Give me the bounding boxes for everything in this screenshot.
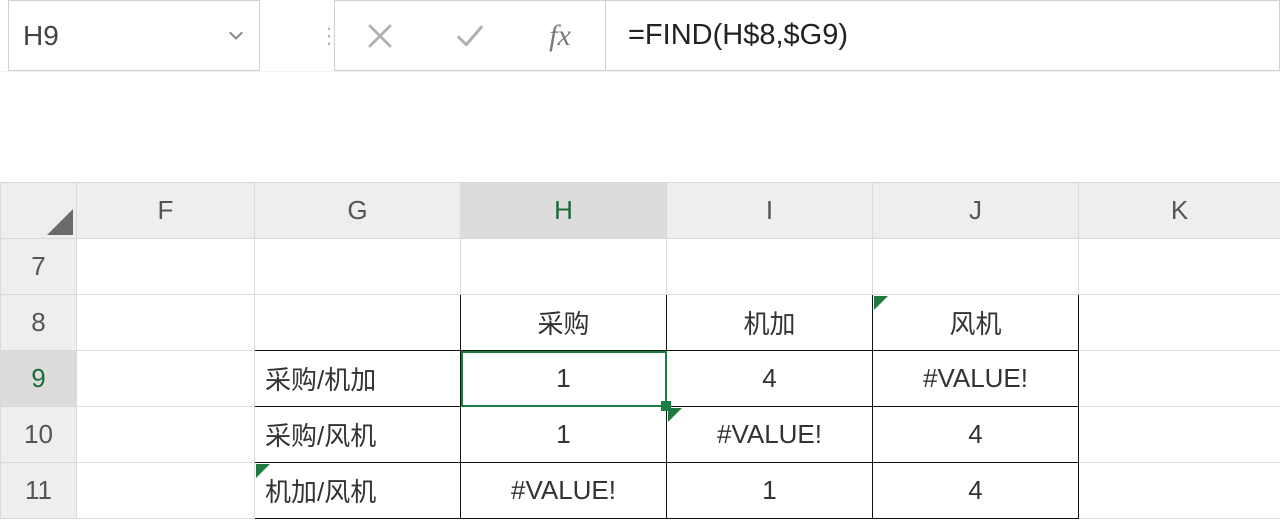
row-header-10[interactable]: 10: [1, 407, 77, 463]
cell-F7[interactable]: [77, 239, 255, 295]
cell-F9[interactable]: [77, 351, 255, 407]
spreadsheet-grid[interactable]: F G H I J K 7 8 采购 机加 风机 9 采购/机加 1 4 #VA…: [0, 182, 1280, 519]
cell-H7[interactable]: [461, 239, 667, 295]
cell-I10[interactable]: #VALUE!: [667, 407, 873, 463]
formula-text: =FIND(H$8,$G9): [628, 19, 848, 52]
cell-K9[interactable]: [1079, 351, 1280, 407]
cell-K7[interactable]: [1079, 239, 1280, 295]
row-header-8[interactable]: 8: [1, 295, 77, 351]
cell-K8[interactable]: [1079, 295, 1280, 351]
column-header-row: F G H I J K: [1, 183, 1280, 239]
row-header-9[interactable]: 9: [1, 351, 77, 407]
cell-J8[interactable]: 风机: [873, 295, 1079, 351]
cell-H8[interactable]: 采购: [461, 295, 667, 351]
formula-buttons: fx: [334, 0, 606, 71]
cell-G9[interactable]: 采购/机加: [255, 351, 461, 407]
cell-J7[interactable]: [873, 239, 1079, 295]
col-header-K[interactable]: K: [1079, 183, 1280, 239]
chevron-down-icon[interactable]: [223, 31, 249, 41]
fx-icon[interactable]: fx: [515, 1, 605, 70]
name-box-value: H9: [23, 20, 223, 52]
col-header-I[interactable]: I: [667, 183, 873, 239]
row-header-11[interactable]: 11: [1, 463, 77, 519]
cell-G11[interactable]: 机加/风机: [255, 463, 461, 519]
cell-H11[interactable]: #VALUE!: [461, 463, 667, 519]
cell-I7[interactable]: [667, 239, 873, 295]
error-marker-icon: [874, 296, 888, 310]
cell-H10[interactable]: 1: [461, 407, 667, 463]
fill-handle[interactable]: [661, 401, 671, 411]
cell-J10[interactable]: 4: [873, 407, 1079, 463]
cell-K11[interactable]: [1079, 463, 1280, 519]
cancel-icon[interactable]: [335, 1, 425, 70]
col-header-G[interactable]: G: [255, 183, 461, 239]
cell-G10[interactable]: 采购/风机: [255, 407, 461, 463]
row-7: 7: [1, 239, 1280, 295]
row-9: 9 采购/机加 1 4 #VALUE!: [1, 351, 1280, 407]
cell-I8[interactable]: 机加: [667, 295, 873, 351]
cell-J9[interactable]: #VALUE!: [873, 351, 1079, 407]
cell-J11[interactable]: 4: [873, 463, 1079, 519]
enter-icon[interactable]: [425, 1, 515, 70]
cell-H9[interactable]: 1: [461, 351, 667, 407]
cell-I11[interactable]: 1: [667, 463, 873, 519]
col-header-H[interactable]: H: [461, 183, 667, 239]
col-header-F[interactable]: F: [77, 183, 255, 239]
cell-K10[interactable]: [1079, 407, 1280, 463]
error-marker-icon: [256, 464, 270, 478]
row-header-7[interactable]: 7: [1, 239, 77, 295]
row-10: 10 采购/风机 1 #VALUE! 4: [1, 407, 1280, 463]
fx-label: fx: [549, 19, 571, 53]
divider-icon: [326, 0, 334, 71]
name-box[interactable]: H9: [8, 0, 260, 71]
cell-F8[interactable]: [77, 295, 255, 351]
col-header-J[interactable]: J: [873, 183, 1079, 239]
cell-G8[interactable]: [255, 295, 461, 351]
cell-F10[interactable]: [77, 407, 255, 463]
row-8: 8 采购 机加 风机: [1, 295, 1280, 351]
select-all-corner[interactable]: [1, 183, 77, 239]
cell-F11[interactable]: [77, 463, 255, 519]
cell-I9[interactable]: 4: [667, 351, 873, 407]
cell-G7[interactable]: [255, 239, 461, 295]
row-11: 11 机加/风机 #VALUE! 1 4: [1, 463, 1280, 519]
formula-bar: H9 fx =FIND(H$8,$G9): [0, 0, 1280, 72]
formula-input[interactable]: =FIND(H$8,$G9): [606, 0, 1280, 71]
